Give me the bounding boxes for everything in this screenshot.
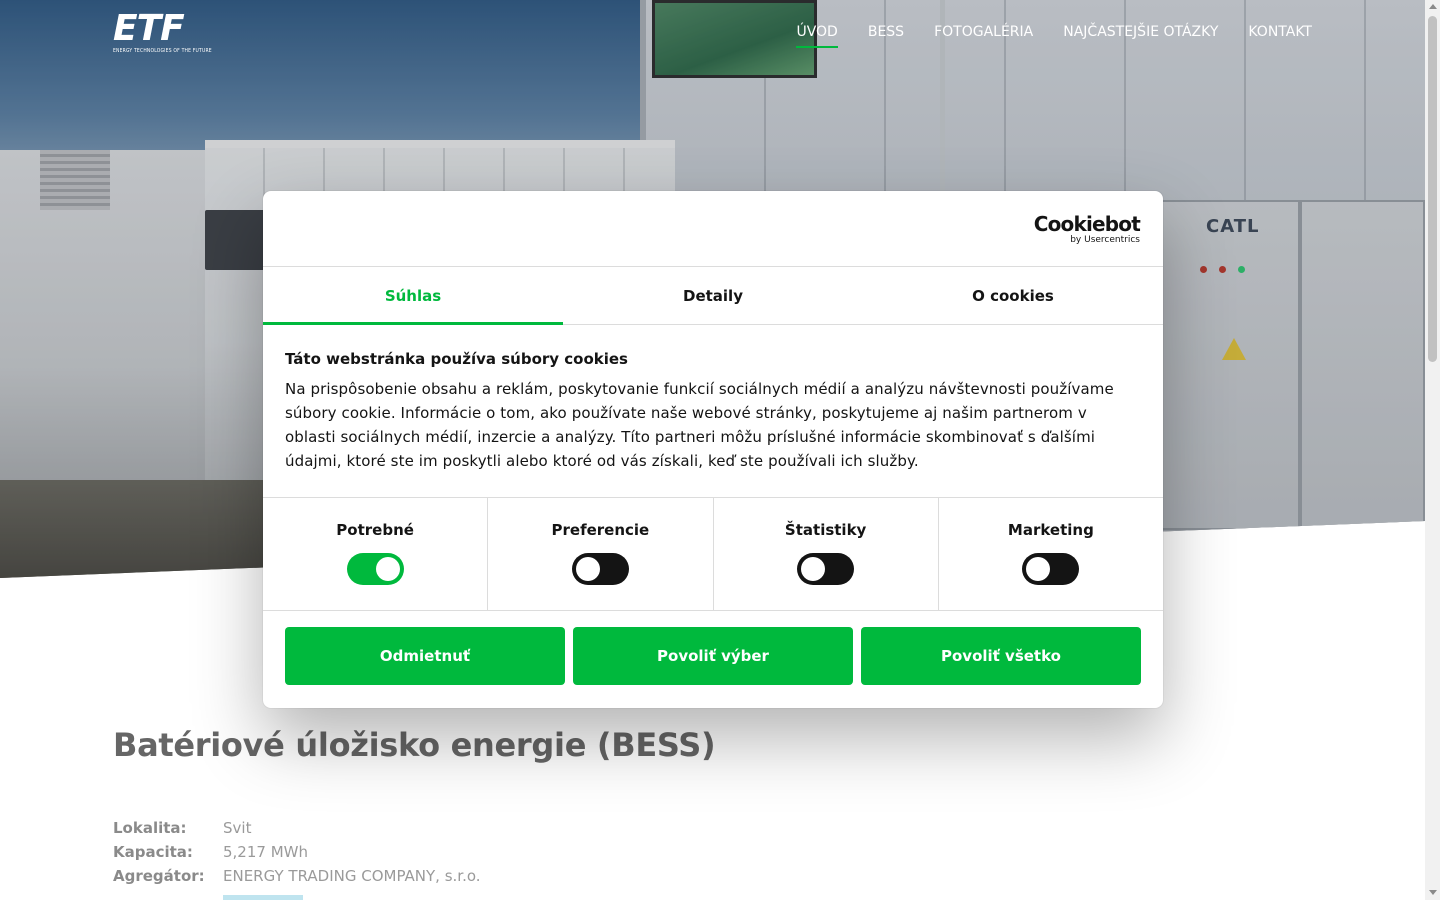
info-accent-bar xyxy=(223,895,303,900)
cookiebot-logo: Cookiebot by Usercentrics xyxy=(1033,212,1141,245)
category-statistiky: Štatistiky xyxy=(714,498,939,610)
toggle-statistiky[interactable] xyxy=(797,553,855,585)
info-row: Lokalita: Svit xyxy=(113,816,481,840)
category-label: Potrebné xyxy=(336,521,414,539)
category-preferencie: Preferencie xyxy=(488,498,714,610)
info-label: Lokalita: xyxy=(113,819,187,837)
allow-selection-button[interactable]: Povoliť výber xyxy=(573,627,853,685)
cookie-consent-dialog: Cookiebot by Usercentrics Súhlas Detaily… xyxy=(263,191,1163,708)
tab-detaily[interactable]: Detaily xyxy=(563,267,863,324)
nav-item-fotogaleria[interactable]: FOTOGALÉRIA xyxy=(934,22,1033,48)
dialog-tabs: Súhlas Detaily O cookies xyxy=(263,267,1163,325)
dialog-actions: Odmietnuť Povoliť výber Povoliť všetko xyxy=(263,611,1163,701)
project-info: Lokalita: Svit Kapacita: 5,217 MWh Agreg… xyxy=(113,816,481,888)
decline-button[interactable]: Odmietnuť xyxy=(285,627,565,685)
page-title: Batériové úložisko energie (BESS) xyxy=(113,726,716,764)
info-row: Kapacita: 5,217 MWh xyxy=(113,840,481,864)
logo-tagline: ENERGY TECHNOLOGIES OF THE FUTURE xyxy=(113,48,212,54)
tab-suhlas[interactable]: Súhlas xyxy=(263,267,563,325)
page-scrollbar[interactable] xyxy=(1425,0,1440,900)
allow-all-button[interactable]: Povoliť všetko xyxy=(861,627,1141,685)
site-logo[interactable]: ETF ENERGY TECHNOLOGIES OF THE FUTURE xyxy=(113,8,213,58)
info-value: ENERGY TRADING COMPANY, s.r.o. xyxy=(223,867,481,885)
category-label: Štatistiky xyxy=(784,521,867,539)
logo-mark: ETF xyxy=(113,8,185,49)
category-potrebne: Potrebné xyxy=(263,498,489,610)
nav-item-uvod[interactable]: ÚVOD xyxy=(796,22,839,48)
nav-item-faq[interactable]: NAJČASTEJŠIE OTÁZKY xyxy=(1063,22,1218,48)
category-marketing: Marketing xyxy=(939,498,1163,610)
info-value: 5,217 MWh xyxy=(223,843,308,861)
cookiebot-logo-name: Cookiebot xyxy=(1033,212,1141,236)
cookiebot-logo-sub: by Usercentrics xyxy=(1070,235,1140,245)
nav-item-bess[interactable]: BESS xyxy=(868,22,904,48)
main-nav: ÚVOD BESS FOTOGALÉRIA NAJČASTEJŠIE OTÁZK… xyxy=(796,22,1312,48)
toggle-knob xyxy=(375,557,400,581)
toggle-preferencie[interactable] xyxy=(571,553,629,585)
scroll-down-arrow-icon[interactable] xyxy=(1429,890,1437,895)
category-label: Marketing xyxy=(1007,521,1094,539)
dialog-heading: Táto webstránka používa súbory cookies xyxy=(285,350,628,368)
info-value: Svit xyxy=(223,819,252,837)
toggle-marketing[interactable] xyxy=(1022,553,1080,585)
tab-o-cookies[interactable]: O cookies xyxy=(863,267,1163,324)
toggle-potrebne[interactable] xyxy=(346,553,404,585)
toggle-knob xyxy=(575,557,600,581)
info-label: Kapacita: xyxy=(113,843,193,861)
scroll-up-arrow-icon[interactable] xyxy=(1429,4,1437,9)
toggle-knob xyxy=(801,557,826,581)
category-label: Preferencie xyxy=(551,521,650,539)
dialog-header: Cookiebot by Usercentrics xyxy=(263,191,1163,267)
info-row: Agregátor: ENERGY TRADING COMPANY, s.r.o… xyxy=(113,864,481,888)
scrollbar-thumb[interactable] xyxy=(1428,16,1437,362)
cookie-categories: Potrebné Preferencie Štatistiky Marketin… xyxy=(263,498,1163,611)
dialog-body: Táto webstránka používa súbory cookies N… xyxy=(263,325,1163,498)
info-label: Agregátor: xyxy=(113,867,205,885)
nav-item-kontakt[interactable]: KONTAKT xyxy=(1248,22,1312,48)
toggle-knob xyxy=(1026,557,1051,581)
dialog-text: Na prispôsobenie obsahu a reklám, poskyt… xyxy=(285,380,1114,470)
